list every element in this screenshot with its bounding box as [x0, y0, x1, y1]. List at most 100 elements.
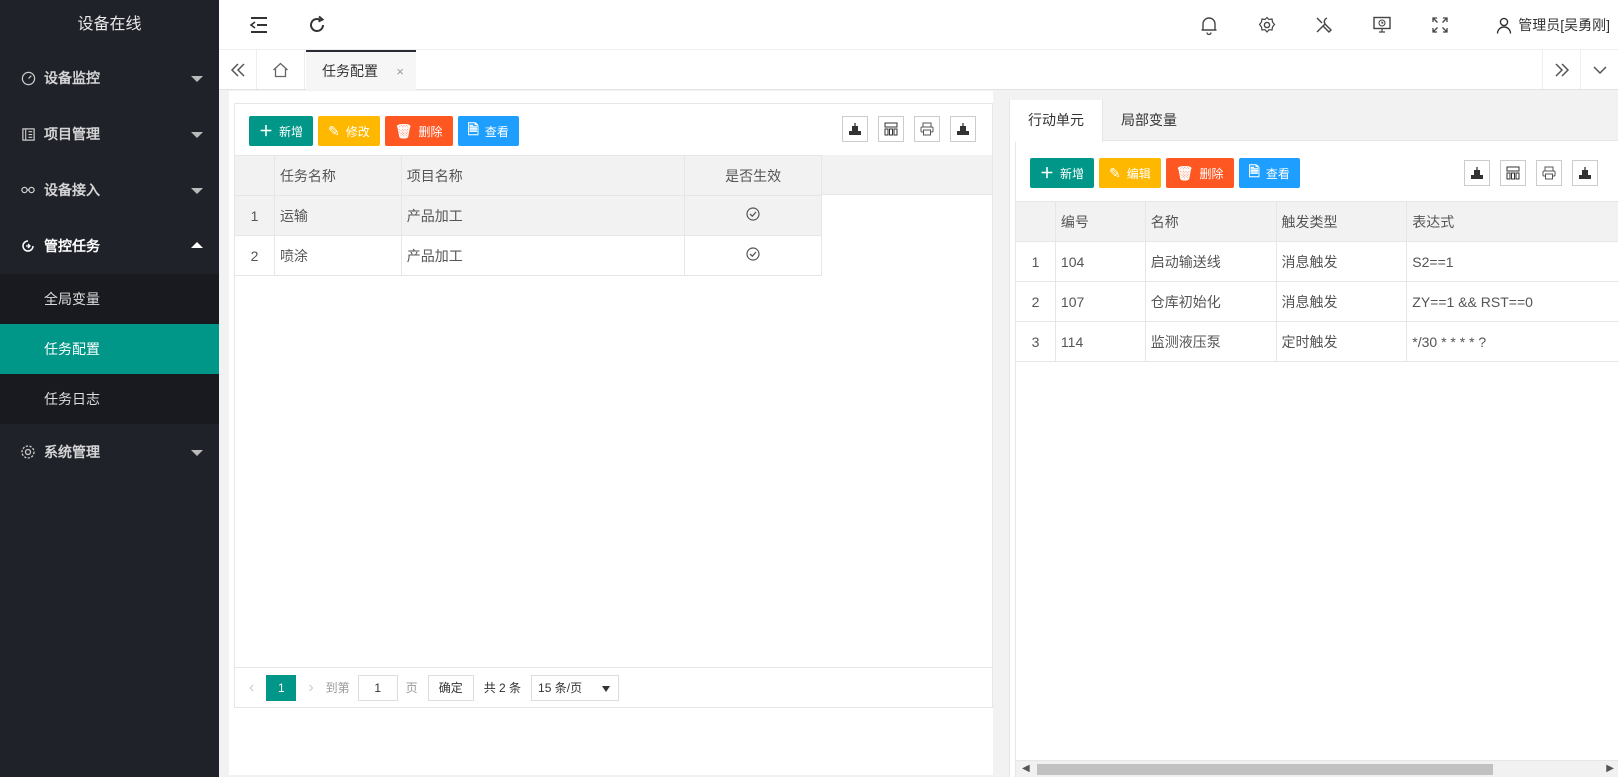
task-name-cell: 运输	[273, 195, 402, 236]
table-header-filler	[822, 155, 992, 195]
effective-cell	[684, 195, 822, 236]
tab-local-variables[interactable]: 局部变量	[1103, 100, 1195, 141]
edit-action-button[interactable]: ✎ 编辑	[1099, 158, 1161, 188]
index-column-header	[1015, 201, 1056, 242]
page-tabs-bar: 任务配置 ×	[219, 50, 1618, 90]
sidebar-subitem-global-variables[interactable]: 全局变量	[0, 274, 219, 324]
print-icon[interactable]	[914, 116, 940, 142]
table-row[interactable]: 1 运输 产品加工	[234, 195, 822, 236]
page-unit-label: 页	[405, 681, 418, 695]
fullscreen-icon[interactable]	[1428, 13, 1452, 37]
settings-icon[interactable]	[1255, 13, 1279, 37]
scroll-left-icon[interactable]: ◀	[1022, 763, 1030, 774]
user-menu[interactable]: 管理员[吴勇刚]	[1496, 15, 1610, 35]
document-icon: 🗎	[1248, 163, 1260, 179]
table-row[interactable]: 3 114 监测液压泵 定时触发 */30 * * * * ?	[1015, 321, 1618, 362]
top-bar: 管理员[吴勇刚]	[219, 0, 1618, 50]
bell-icon[interactable]	[1197, 13, 1221, 37]
user-icon	[1496, 17, 1512, 34]
screen-clock-icon[interactable]	[1370, 13, 1394, 37]
book-icon	[20, 126, 36, 142]
close-icon[interactable]: ×	[396, 64, 404, 79]
trigger-cell: 消息触发	[1275, 241, 1408, 282]
columns-icon[interactable]	[878, 116, 904, 142]
import-icon[interactable]	[1572, 160, 1598, 186]
table-tools	[842, 116, 976, 142]
pencil-icon: ✎	[328, 122, 340, 139]
action-unit-panel: 行动单元 局部变量 ＋新增 ✎ 编辑 🗑 删除 🗎 查看 编号 名称 触发类型 表达式	[1009, 100, 1618, 777]
sidebar-item-project-management[interactable]: 项目管理	[0, 106, 219, 162]
sidebar-subitem-task-log[interactable]: 任务日志	[0, 374, 219, 424]
chevron-down-icon	[191, 76, 203, 82]
sidebar-item-label: 项目管理	[44, 126, 100, 142]
sidebar-item-device-monitor[interactable]: 设备监控	[0, 50, 219, 106]
delete-task-button[interactable]: 🗑 删除	[384, 116, 453, 146]
tab-task-config[interactable]: 任务配置 ×	[306, 50, 416, 90]
goto-page-input[interactable]: 1	[357, 674, 398, 701]
delete-action-button[interactable]: 🗑 删除	[1165, 158, 1234, 188]
sidebar: 设备在线 设备监控 项目管理 设备接入 管控任务 全局变量 任务配置 任务日志	[0, 0, 219, 777]
home-tab[interactable]	[257, 50, 305, 89]
refresh-icon[interactable]	[305, 13, 329, 37]
table-row[interactable]: 1 104 启动输送线 消息触发 S2==1	[1015, 241, 1618, 282]
effective-cell	[684, 235, 822, 276]
sidebar-item-label: 设备接入	[44, 182, 100, 198]
column-header[interactable]: 是否生效	[684, 155, 822, 196]
chevron-down-icon	[191, 450, 203, 456]
app-logo[interactable]: 设备在线	[0, 0, 219, 50]
user-name: 管理员[吴勇刚]	[1518, 17, 1610, 33]
page-number-current[interactable]: 1	[266, 674, 297, 701]
action-unit-table-panel: ＋新增 ✎ 编辑 🗑 删除 🗎 查看 编号 名称 触发类型 表达式 1 104 …	[1015, 142, 1618, 777]
column-header: 名称	[1144, 201, 1277, 242]
tabs-dropdown-icon[interactable]	[1580, 50, 1618, 89]
edit-task-button[interactable]: ✎ 修改	[318, 116, 380, 146]
sidebar-item-control-tasks[interactable]: 管控任务	[0, 218, 219, 274]
export-icon[interactable]	[842, 116, 868, 142]
trash-icon: 🗑	[394, 122, 413, 139]
gear-icon	[20, 444, 36, 460]
task-table-panel: ＋新增 ✎ 修改 🗑 删除 🗎 查看 任务名称 项目名称 是否生效 1 运输 产…	[234, 103, 993, 708]
task-toolbar: ＋新增 ✎ 修改 🗑 删除 🗎 查看	[249, 116, 519, 146]
name-cell: 监测液压泵	[1144, 321, 1277, 362]
column-header: 表达式	[1406, 201, 1618, 242]
column-header: 触发类型	[1275, 201, 1408, 242]
dropdown-arrow-icon	[602, 685, 611, 692]
index-column-header	[234, 155, 275, 196]
menu-collapse-icon[interactable]	[247, 13, 271, 37]
add-task-button[interactable]: ＋新增	[249, 116, 314, 146]
view-action-button[interactable]: 🗎 查看	[1238, 158, 1300, 188]
export-icon[interactable]	[1464, 160, 1490, 186]
tools-icon[interactable]	[1312, 13, 1336, 37]
scroll-right-icon[interactable]: ▶	[1606, 763, 1614, 774]
table-header-row: 编号 名称 触发类型 表达式	[1015, 201, 1618, 242]
project-name-cell: 产品加工	[400, 195, 686, 236]
sidebar-item-system-management[interactable]: 系统管理	[0, 424, 219, 480]
print-icon[interactable]	[1536, 160, 1562, 186]
next-page-icon[interactable]: ›	[308, 679, 313, 697]
sidebar-subitem-task-config[interactable]: 任务配置	[0, 324, 219, 374]
row-index: 2	[1015, 281, 1056, 322]
column-header: 任务名称	[273, 155, 402, 196]
action-unit-table: 编号 名称 触发类型 表达式 1 104 启动输送线 消息触发 S2==1 2 …	[1015, 201, 1618, 362]
gauge-icon	[20, 70, 36, 86]
right-tabs: 行动单元 局部变量	[1010, 100, 1618, 142]
tab-action-units[interactable]: 行动单元	[1010, 100, 1103, 142]
table-row[interactable]: 2 107 仓库初始化 消息触发 ZY==1 && RST==0	[1015, 281, 1618, 322]
chevron-up-icon	[191, 242, 203, 248]
plus-icon: ＋	[1040, 165, 1054, 181]
table-row[interactable]: 2 喷涂 产品加工	[234, 235, 822, 276]
scroll-tabs-right-icon[interactable]	[1542, 50, 1580, 89]
scroll-tabs-left-icon[interactable]	[219, 50, 257, 89]
horizontal-scrollbar[interactable]: ◀ ▶	[1016, 760, 1618, 777]
prev-page-icon[interactable]: ‹	[249, 679, 254, 697]
page-size-select[interactable]: 15 条/页	[531, 674, 620, 701]
code-cell: 107	[1054, 281, 1146, 322]
sidebar-submenu: 全局变量 任务配置 任务日志	[0, 274, 219, 424]
import-icon[interactable]	[950, 116, 976, 142]
sidebar-item-device-access[interactable]: 设备接入	[0, 162, 219, 218]
goto-confirm-button[interactable]: 确定	[427, 674, 474, 701]
scrollbar-thumb[interactable]	[1037, 764, 1493, 775]
add-action-button[interactable]: ＋新增	[1030, 158, 1095, 188]
columns-icon[interactable]	[1500, 160, 1526, 186]
view-task-button[interactable]: 🗎 查看	[457, 116, 519, 146]
